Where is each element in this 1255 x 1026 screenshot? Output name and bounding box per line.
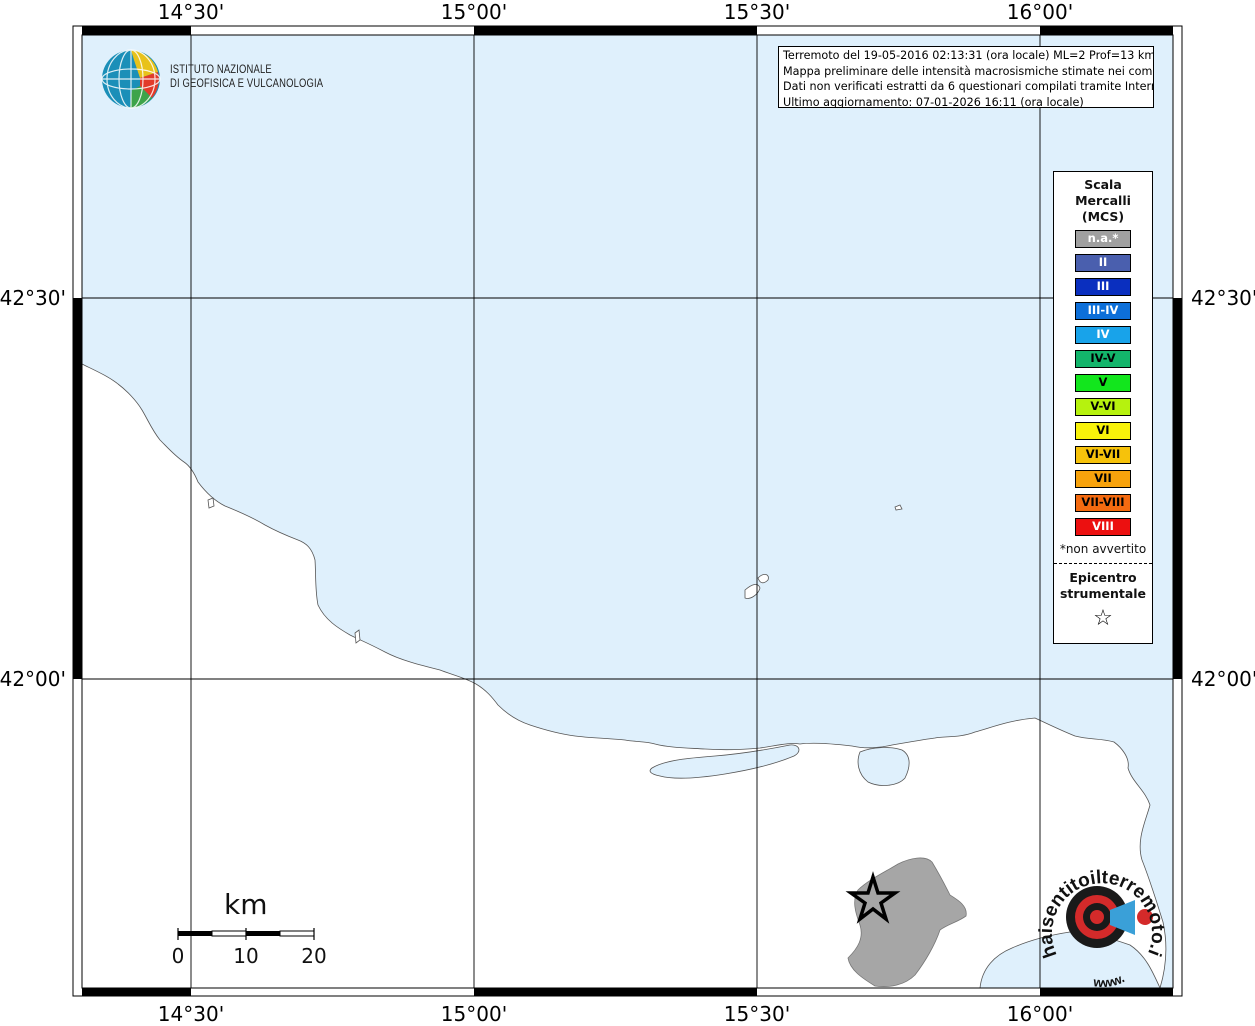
legend-swatch-vi-vii: VI-VII [1075,446,1131,464]
islet-1 [207,497,215,509]
haisentito-logo-icon: haisentitoilterremoto.it www. [1035,855,1168,990]
legend-epicentre-line: Epicentro [1069,570,1137,585]
legend-title-line: (MCS) [1081,209,1125,224]
legend-epicentre-line: strumentale [1059,586,1147,601]
scale-label: 20 [301,944,327,968]
scale-seg-black [178,931,212,936]
legend-star-icon: ☆ [1093,606,1113,631]
legend-swatch-iv-v: IV-V [1075,350,1131,368]
ingv-name-line1: ISTITUTO NAZIONALE [170,64,272,76]
lat-label-left: 42°30' [0,286,66,310]
ingv-name: ISTITUTO NAZIONALE DI GEOFISICA E VULCAN… [170,63,323,91]
scale-seg-white [211,930,247,937]
ingv-logo-icon [101,49,161,109]
lat-label-left: 42°00' [0,667,66,691]
frame-bar [1173,298,1182,679]
event-info-box: Terremoto del 19-05-2016 02:13:31 (ora l… [778,46,1154,108]
legend-swatch-vii-viii: VII-VIII [1075,494,1131,512]
legend-swatch-ii: II [1075,254,1131,272]
legend-swatch-iii-iv: III-IV [1075,302,1131,320]
legend-swatch-vii: VII [1075,470,1131,488]
frame-bar [73,298,82,679]
info-line: Ultimo aggiornamento: 07-01-2026 16:11 (… [783,95,1084,108]
legend-swatch-v-vi: V-VI [1075,398,1131,416]
scale-seg-white [279,930,315,937]
frame-bar [474,26,757,35]
frame-bar [1040,26,1173,35]
legend-title-line: Mercalli [1075,193,1131,208]
info-line: Dati non verificati estratti da 6 questi… [783,80,1154,93]
frame-bar [82,988,191,996]
legend-note: *non avvertito [1059,542,1147,556]
lon-label-bottom: 16°00' [1006,1002,1074,1026]
legend-title: Scala Mercalli (MCS) [1054,177,1152,225]
lagoon-varano [857,747,910,786]
info-line: Mappa preliminare delle intensità macros… [783,64,1154,78]
hst-logo-url: www. [1092,970,1127,990]
legend-swatches: n.a.* II III III-IV IV IV-V V V-VI VI VI-VII VII VI… [1054,230,1152,536]
legend-swatch-iv: IV [1075,326,1131,344]
legend-swatch-v: V [1075,374,1131,392]
scale-label: 0 [171,944,185,968]
mcs-legend: Scala Mercalli (MCS) n.a.* II III III-IV IV I… [1053,171,1153,644]
scale-label: 10 [233,944,259,968]
legend-swatch-vi: VI [1075,422,1131,440]
legend-title-line: Scala [1084,177,1122,192]
lat-label-right: 42°00' [1191,667,1255,691]
legend-separator [1054,563,1152,564]
legend-swatch-n-a: n.a.* [1075,230,1131,248]
lon-label-bottom: 15°30' [723,1002,791,1026]
lon-label-top: 14°30' [157,0,225,24]
legend-swatch-iii: III [1075,278,1131,296]
scale-seg-black [246,931,280,936]
legend-epicentre: Epicentro strumentale [1054,570,1152,602]
ingv-name-line2: DI GEOFISICA E VULCANOLOGIA [170,78,324,90]
lon-label-top: 15°30' [723,0,791,24]
lon-label-bottom: 15°00' [440,1002,508,1026]
lat-label-right: 42°30' [1191,286,1255,310]
frame-bar [82,26,191,35]
info-line: Terremoto del 19-05-2016 02:13:31 (ora l… [783,49,1154,62]
legend-swatch-viii: VIII [1075,518,1131,536]
lon-label-top: 15°00' [440,0,508,24]
lon-label-top: 16°00' [1006,0,1074,24]
lon-label-bottom: 14°30' [157,1002,225,1026]
scale-unit: km [224,888,268,921]
frame-bar [474,988,757,996]
islet-2 [354,629,361,644]
